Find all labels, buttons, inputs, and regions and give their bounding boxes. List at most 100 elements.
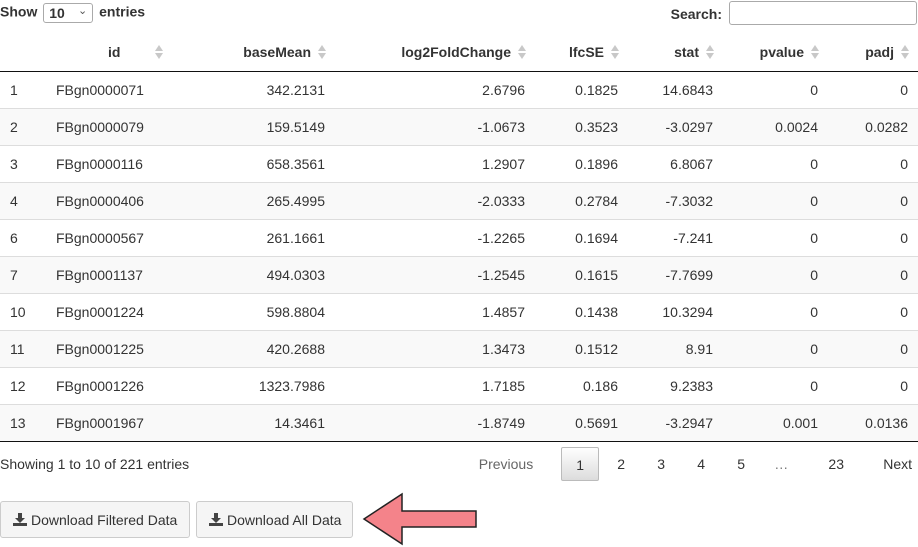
- page-button-current[interactable]: 1: [561, 447, 600, 481]
- table-cell: FBgn0000071: [56, 81, 144, 98]
- table-cell: 0: [828, 144, 918, 182]
- previous-page-button[interactable]: Previous: [469, 447, 543, 481]
- download-filtered-button[interactable]: Download Filtered Data: [0, 501, 190, 538]
- table-cell: 6: [0, 218, 44, 256]
- table-cell: 0: [723, 366, 828, 404]
- table-cell: 0: [828, 181, 918, 219]
- column-header-padj[interactable]: padj: [828, 33, 918, 72]
- table-cell: 265.4995: [172, 181, 335, 219]
- table-cell: 14.3461: [172, 403, 335, 442]
- table-cell: 0.1694: [535, 218, 628, 256]
- table-info: Showing 1 to 10 of 221 entries: [0, 456, 190, 472]
- table-cell: 0.1615: [535, 255, 628, 293]
- table-cell: 0.3523: [535, 107, 628, 145]
- sort-icon: [901, 44, 909, 60]
- table-cell: FBgn0001226: [44, 366, 172, 404]
- length-menu: Show 10 ⌄ entries: [0, 3, 145, 23]
- table-cell: 11: [0, 329, 44, 367]
- table-row[interactable]: 1 FBgn0000071 342.2131 2.6796 0.1825 14.6843 0…: [0, 71, 918, 108]
- table-cell: 159.5149: [172, 107, 335, 145]
- table-row[interactable]: 13 FBgn0001967 14.3461 -1.8749 0.5691 -3.2947…: [0, 403, 918, 442]
- column-header-log2foldchange[interactable]: log2FoldChange: [335, 33, 535, 72]
- page-button-last[interactable]: 23: [811, 447, 861, 481]
- table-cell: 0.1512: [535, 329, 628, 367]
- table-cell: 0: [723, 329, 828, 367]
- table-cell: -7.7699: [628, 255, 723, 293]
- table-cell: 0.1896: [535, 144, 628, 182]
- table-cell: 13: [0, 403, 44, 442]
- table-cell: 0.0136: [828, 403, 918, 442]
- column-header-index[interactable]: [0, 33, 44, 72]
- column-header-id[interactable]: id: [44, 33, 172, 72]
- table-cell: 420.2688: [172, 329, 335, 367]
- table-cell: 2.6796: [482, 81, 525, 98]
- results-table: id baseMean log2FoldChange lfcSE stat pvalue p…: [0, 33, 918, 442]
- page-button[interactable]: 3: [641, 447, 681, 481]
- download-filtered-label: Download Filtered Data: [31, 511, 178, 528]
- table-cell: 0: [723, 255, 828, 293]
- table-cell: 7: [0, 255, 44, 293]
- table-cell: -7.241: [628, 218, 723, 256]
- table-cell: 10.3294: [628, 292, 723, 330]
- next-page-button[interactable]: Next: [873, 447, 918, 481]
- table-cell: 1323.7986: [172, 366, 335, 404]
- table-cell: 0: [810, 81, 818, 98]
- table-cell: 1.4857: [335, 292, 535, 330]
- table-cell: 0.0282: [828, 107, 918, 145]
- table-cell: -3.0297: [628, 107, 723, 145]
- pointer-arrow-annotation: [362, 492, 477, 546]
- table-cell: 598.8804: [172, 292, 335, 330]
- table-row[interactable]: 10 FBgn0001224 598.8804 1.4857 0.1438 10.3294…: [0, 292, 918, 330]
- table-cell: 10: [0, 292, 44, 330]
- table-cell: FBgn0001967: [44, 403, 172, 442]
- column-header-label: [10, 44, 24, 60]
- column-header-stat[interactable]: stat: [628, 33, 723, 72]
- sort-icon: [318, 44, 326, 60]
- table-cell: FBgn0001137: [44, 255, 172, 293]
- table-cell: 12: [0, 366, 44, 404]
- table-cell: 1.3473: [335, 329, 535, 367]
- table-controls: Show 10 ⌄ entries Search:: [0, 0, 918, 28]
- page-button[interactable]: 2: [601, 447, 641, 481]
- column-header-label: pvalue: [759, 43, 804, 60]
- column-header-pvalue[interactable]: pvalue: [723, 33, 828, 72]
- column-header-label: baseMean: [243, 43, 311, 60]
- table-cell: 658.3561: [172, 144, 335, 182]
- table-cell: 0: [723, 218, 828, 256]
- column-header-label: id: [108, 43, 121, 60]
- table-row[interactable]: 11 FBgn0001225 420.2688 1.3473 0.1512 8.91 0 0: [0, 329, 918, 367]
- table-row[interactable]: 7 FBgn0001137 494.0303 -1.2545 0.1615 -7.7699…: [0, 255, 918, 293]
- entries-select[interactable]: 10 ⌄: [43, 3, 94, 23]
- download-all-button[interactable]: Download All Data: [196, 501, 353, 538]
- pagination-ellipsis: …: [774, 456, 789, 472]
- table-cell: 0.0024: [723, 107, 828, 145]
- column-header-basemean[interactable]: baseMean: [172, 33, 335, 72]
- table-row[interactable]: 2 FBgn0000079 159.5149 -1.0673 0.3523 -3.0297…: [0, 107, 918, 145]
- table-cell: -1.2265: [335, 218, 535, 256]
- table-cell: 0: [828, 218, 918, 256]
- page-button[interactable]: 4: [681, 447, 721, 481]
- table-cell: 0: [723, 292, 828, 330]
- page-button[interactable]: 5: [721, 447, 761, 481]
- table-cell: 0.5691: [535, 403, 628, 442]
- sort-icon: [811, 44, 819, 60]
- table-cell: FBgn0001225: [44, 329, 172, 367]
- table-row[interactable]: 4 FBgn0000406 265.4995 -2.0333 0.2784 -7.3032…: [0, 181, 918, 219]
- table-cell: FBgn0001224: [44, 292, 172, 330]
- table-cell: -7.3032: [628, 181, 723, 219]
- table-cell: 0: [723, 181, 828, 219]
- chevron-down-icon: ⌄: [78, 5, 88, 17]
- search-label: Search:: [670, 6, 722, 22]
- pagination: Previous 1 2 3 4 5 … 23 Next: [469, 446, 918, 482]
- table-cell: 0.1438: [535, 292, 628, 330]
- table-cell: -2.0333: [335, 181, 535, 219]
- table-row[interactable]: 3 FBgn0000116 658.3561 1.2907 0.1896 6.8067 0 0: [0, 144, 918, 182]
- table-cell: 0: [900, 81, 908, 98]
- column-header-lfcse[interactable]: lfcSE: [535, 33, 628, 72]
- table-cell: 494.0303: [172, 255, 335, 293]
- table-row[interactable]: 12 FBgn0001226 1323.7986 1.7185 0.186 9.2383 0…: [0, 366, 918, 404]
- entries-select-value: 10: [49, 5, 65, 21]
- table-cell: 1.7185: [335, 366, 535, 404]
- search-input[interactable]: [729, 1, 917, 25]
- table-row[interactable]: 6 FBgn0000567 261.1661 -1.2265 0.1694 -7.241 0…: [0, 218, 918, 256]
